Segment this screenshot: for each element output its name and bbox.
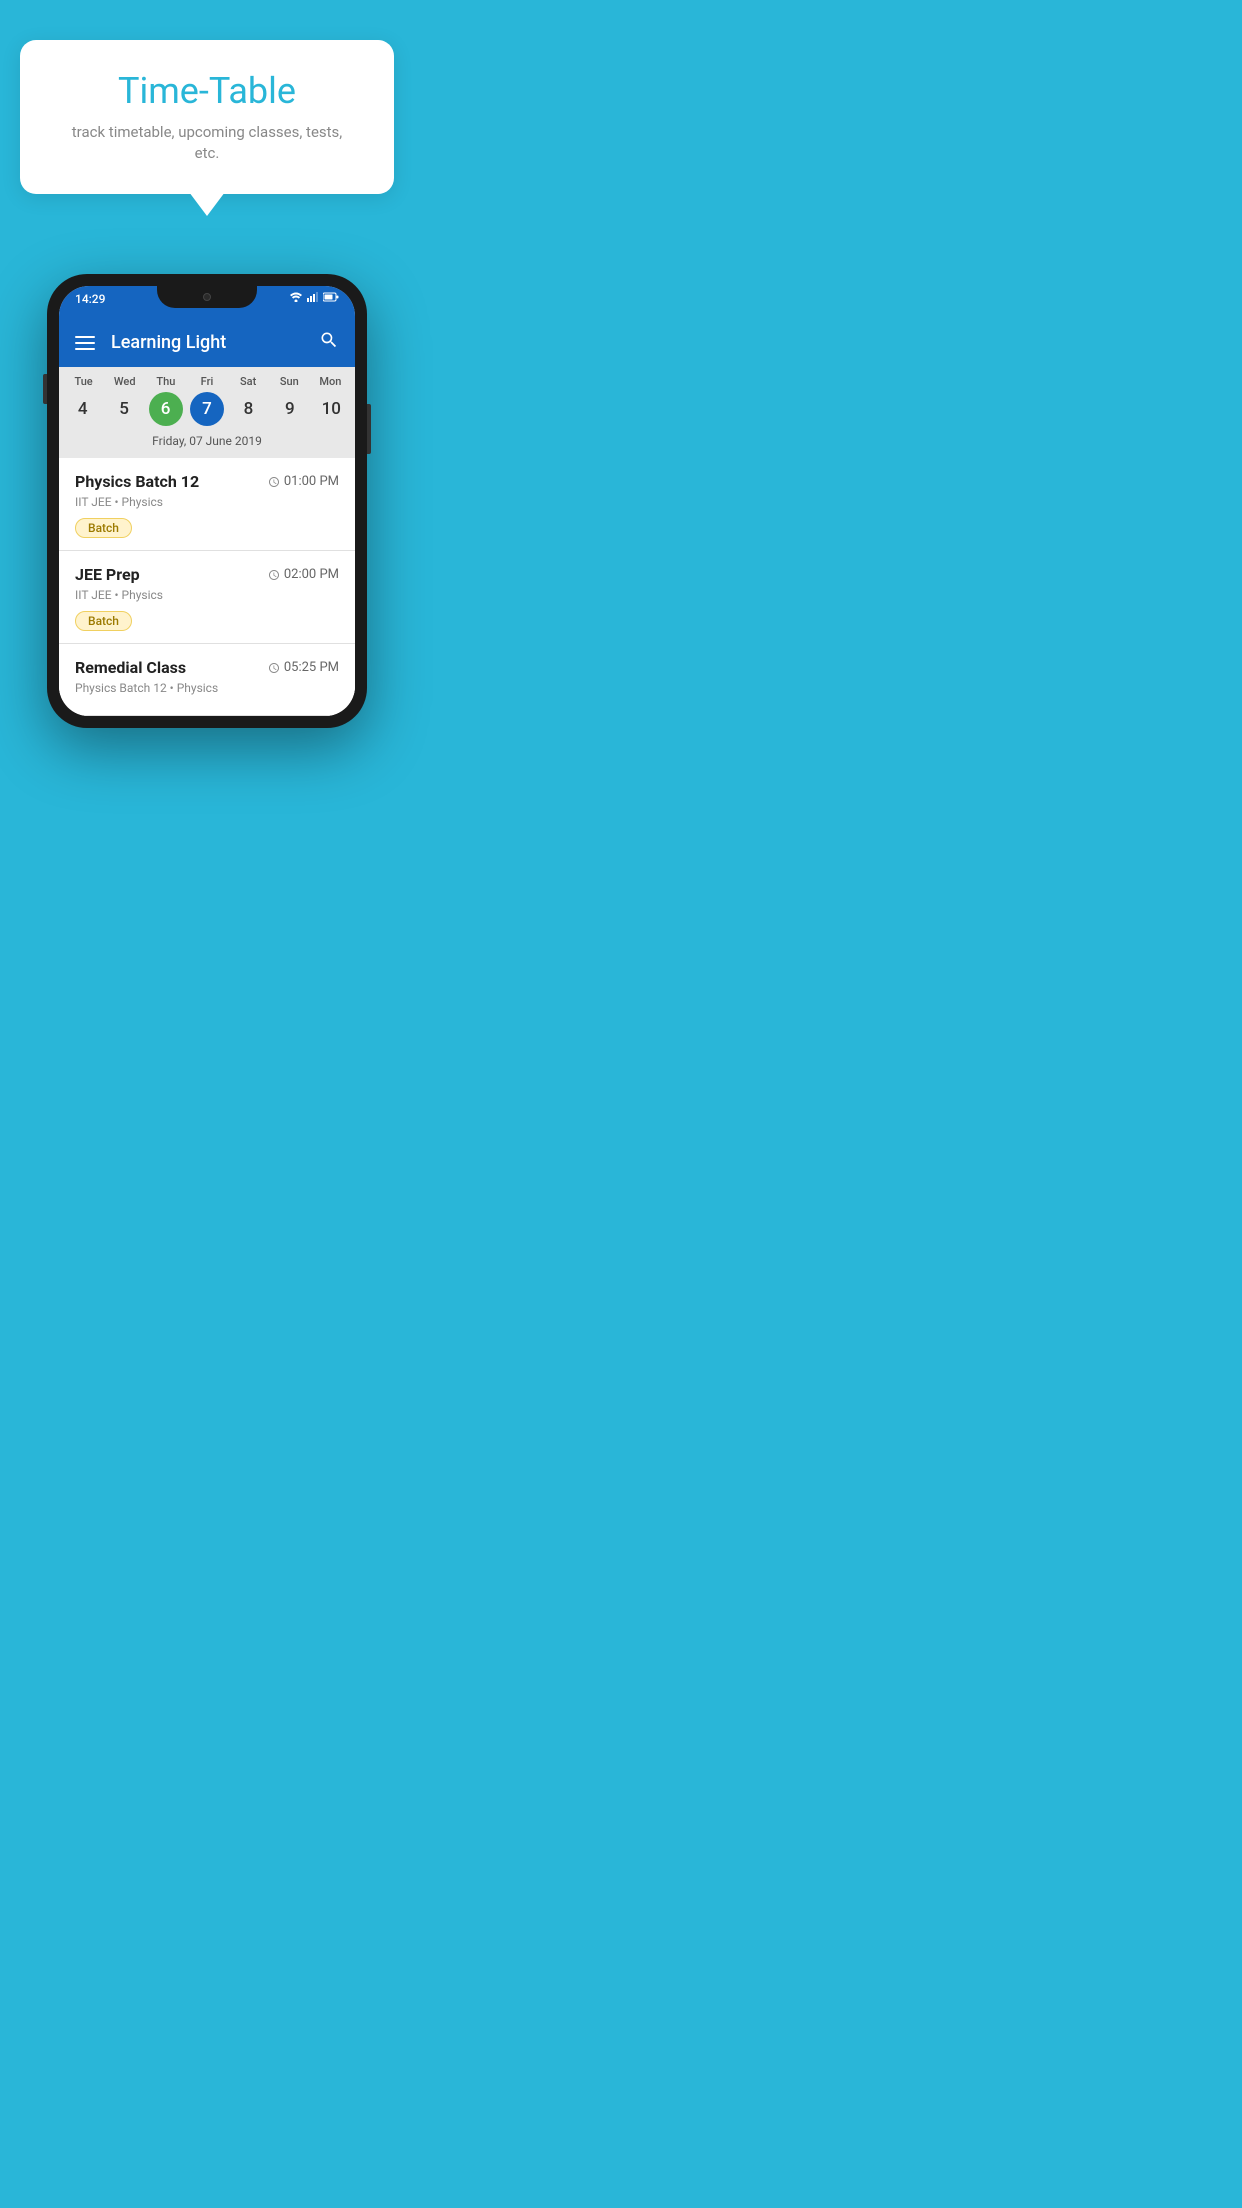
status-icons: [289, 292, 339, 302]
clock-icon-3: [268, 662, 280, 674]
class-meta-1: IIT JEE • Physics: [75, 495, 339, 509]
speech-bubble-card: Time-Table track timetable, upcoming cla…: [20, 40, 394, 194]
class-time-1: 01:00 PM: [268, 474, 339, 489]
day-label-mon: Mon: [310, 375, 351, 388]
class-time-text-2: 02:00 PM: [284, 567, 339, 582]
day-label-sun: Sun: [269, 375, 310, 388]
day-7-selected[interactable]: 7: [190, 392, 224, 426]
class-name-3: Remedial Class: [75, 658, 186, 677]
day-label-wed: Wed: [104, 375, 145, 388]
phone-screen: 14:29: [59, 286, 355, 716]
batch-tag-1: Batch: [75, 518, 132, 538]
class-name-1: Physics Batch 12: [75, 472, 199, 491]
day-5[interactable]: 5: [107, 392, 141, 426]
batch-tag-2: Batch: [75, 611, 132, 631]
class-item-physics-batch[interactable]: Physics Batch 12 01:00 PM IIT JEE • Phys…: [59, 458, 355, 551]
search-icon: [319, 330, 339, 350]
clock-icon-2: [268, 569, 280, 581]
status-bar: 14:29: [59, 286, 355, 318]
selected-date-label: Friday, 07 June 2019: [63, 430, 351, 454]
bubble-subtitle: track timetable, upcoming classes, tests…: [60, 122, 354, 164]
day-label-sat: Sat: [228, 375, 269, 388]
status-time: 14:29: [75, 292, 105, 306]
class-time-text-1: 01:00 PM: [284, 474, 339, 489]
app-title: Learning Light: [111, 332, 226, 353]
class-name-2: JEE Prep: [75, 565, 140, 584]
class-item-header-3: Remedial Class 05:25 PM: [75, 658, 339, 677]
day-numbers: 4 5 6 7 8 9 10: [63, 392, 351, 426]
class-meta-2: IIT JEE • Physics: [75, 588, 339, 602]
app-toolbar: Learning Light: [59, 318, 355, 367]
class-item-jee-prep[interactable]: JEE Prep 02:00 PM IIT JEE • Physics Batc…: [59, 551, 355, 644]
class-time-text-3: 05:25 PM: [284, 660, 339, 675]
day-8[interactable]: 8: [231, 392, 265, 426]
day-label-fri: Fri: [186, 375, 227, 388]
signal-icon: [307, 292, 319, 302]
clock-icon-1: [268, 476, 280, 488]
class-time-3: 05:25 PM: [268, 660, 339, 675]
phone-mockup: 14:29: [47, 274, 367, 728]
day-9[interactable]: 9: [273, 392, 307, 426]
day-4[interactable]: 4: [66, 392, 100, 426]
search-button[interactable]: [319, 330, 339, 355]
calendar-strip: Tue Wed Thu Fri Sat Sun Mon 4 5 6 7 8 9 …: [59, 367, 355, 458]
class-item-remedial[interactable]: Remedial Class 05:25 PM Physics Batch 12…: [59, 644, 355, 716]
class-meta-3: Physics Batch 12 • Physics: [75, 681, 339, 695]
wifi-icon: [289, 292, 303, 302]
front-camera: [203, 293, 211, 301]
phone-outer: 14:29: [47, 274, 367, 728]
day-10[interactable]: 10: [314, 392, 348, 426]
day-label-thu: Thu: [145, 375, 186, 388]
class-time-2: 02:00 PM: [268, 567, 339, 582]
notch: [157, 286, 257, 308]
battery-icon: [323, 292, 339, 302]
class-item-header-1: Physics Batch 12 01:00 PM: [75, 472, 339, 491]
class-list: Physics Batch 12 01:00 PM IIT JEE • Phys…: [59, 458, 355, 716]
day-6-today[interactable]: 6: [149, 392, 183, 426]
day-label-tue: Tue: [63, 375, 104, 388]
bubble-title: Time-Table: [60, 70, 354, 112]
day-labels: Tue Wed Thu Fri Sat Sun Mon: [63, 375, 351, 388]
class-item-header-2: JEE Prep 02:00 PM: [75, 565, 339, 584]
toolbar-left: Learning Light: [75, 332, 226, 353]
hamburger-menu-icon[interactable]: [75, 336, 95, 350]
